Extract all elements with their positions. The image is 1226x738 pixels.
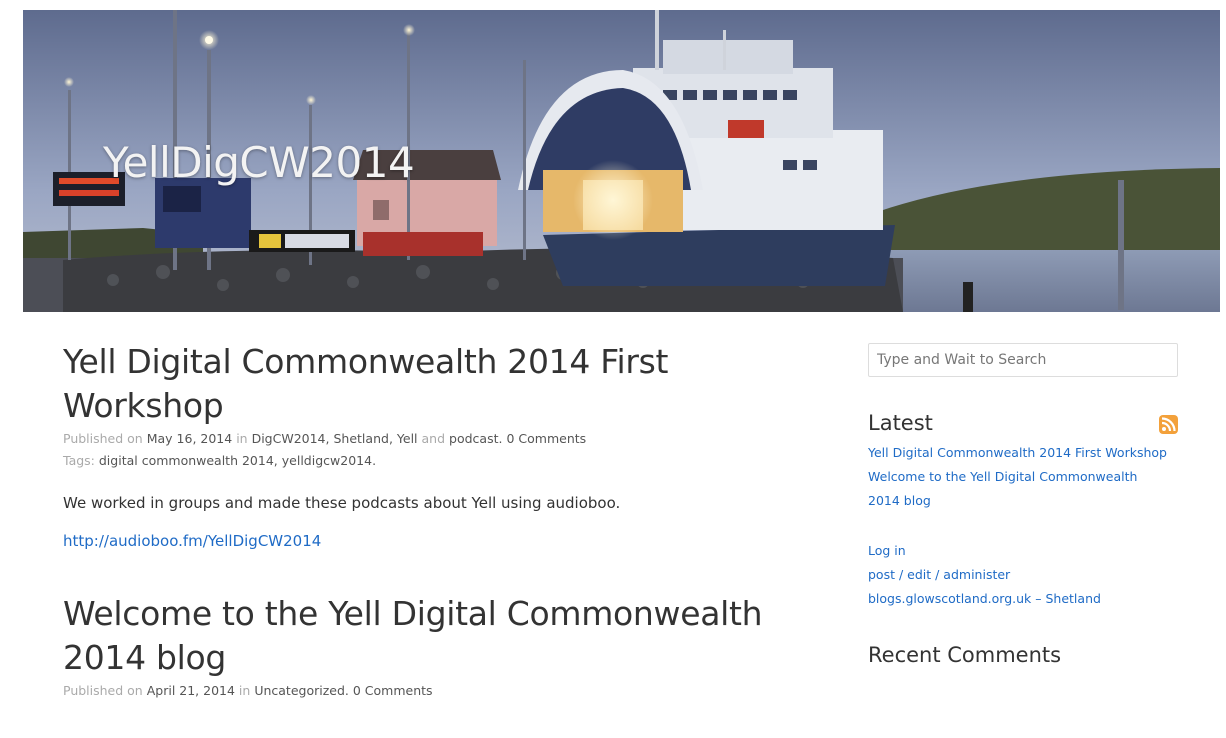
search-input[interactable] — [868, 343, 1178, 377]
post-date-link[interactable]: May 16, 2014 — [147, 431, 232, 446]
post-tags: Tags: digital commonwealth 2014, yelldig… — [63, 453, 377, 468]
site-title[interactable]: YellDigCW2014 — [103, 138, 415, 187]
category-link[interactable]: Yell — [397, 431, 418, 446]
meta-prefix: Published on — [63, 431, 143, 446]
meta-and: and — [421, 431, 446, 446]
comments-link[interactable]: 0 Comments — [506, 431, 586, 446]
meta-prefix: Published on — [63, 683, 143, 698]
meta-in: in — [236, 431, 248, 446]
post-title[interactable]: Yell Digital Commonwealth 2014 First Wor… — [63, 340, 783, 428]
comments-link[interactable]: 0 Comments — [353, 683, 433, 698]
post: Welcome to the Yell Digital Commonwealth… — [63, 592, 783, 702]
sidebar: Latest Yell Digital Commonwealth 2014 Fi… — [868, 343, 1180, 667]
post-title[interactable]: Welcome to the Yell Digital Commonwealth… — [63, 592, 783, 680]
login-link[interactable]: Log in — [868, 539, 1180, 563]
post-meta: Published on April 21, 2014 in Uncategor… — [63, 683, 433, 698]
tags-label: Tags: — [63, 453, 95, 468]
audioboo-link[interactable]: http://audioboo.fm/YellDigCW2014 — [63, 532, 783, 550]
admin-link[interactable]: post / edit / administer — [868, 563, 1180, 587]
glowscotland-link[interactable]: blogs.glowscotland.org.uk – Shetland — [868, 587, 1180, 611]
post-excerpt: We worked in groups and made these podca… — [63, 494, 621, 512]
post-date-link[interactable]: April 21, 2014 — [147, 683, 235, 698]
latest-title-text: Latest — [868, 411, 933, 435]
category-link[interactable]: Shetland — [333, 431, 388, 446]
category-link[interactable]: Uncategorized — [254, 683, 345, 698]
main-content: Yell Digital Commonwealth 2014 First Wor… — [63, 340, 783, 702]
latest-post-link[interactable]: Yell Digital Commonwealth 2014 First Wor… — [868, 441, 1168, 465]
tag-link[interactable]: digital commonwealth 2014 — [99, 453, 274, 468]
post-meta: Published on May 16, 2014 in DigCW2014, … — [63, 431, 587, 446]
rss-feed-icon[interactable] — [1159, 415, 1178, 434]
header-banner: YellDigCW2014 — [23, 10, 1220, 312]
post: Yell Digital Commonwealth 2014 First Wor… — [63, 340, 783, 550]
meta-in: in — [238, 683, 251, 698]
latest-widget-title: Latest — [868, 411, 1180, 435]
tag-link[interactable]: yelldigcw2014 — [282, 453, 372, 468]
category-link[interactable]: podcast — [449, 431, 498, 446]
category-link[interactable]: DigCW2014 — [252, 431, 326, 446]
recent-comments-title: Recent Comments — [868, 643, 1062, 667]
latest-post-link[interactable]: Welcome to the Yell Digital Commonwealth… — [868, 465, 1168, 513]
meta-links: Log in post / edit / administer blogs.gl… — [868, 539, 1180, 611]
